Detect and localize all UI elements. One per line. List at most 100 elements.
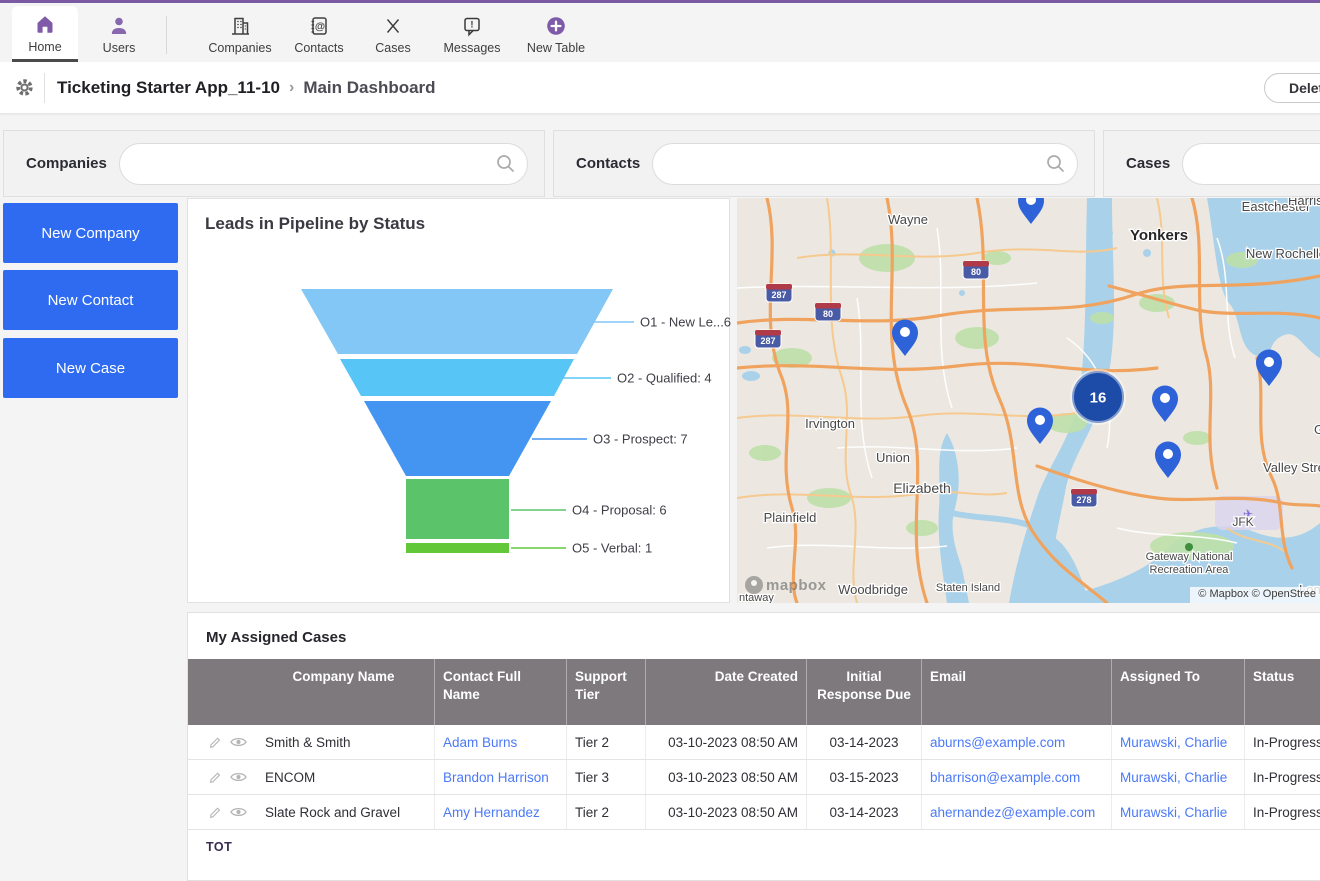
table-row[interactable]: Slate Rock and GravelAmy HernandezTier 2… — [188, 795, 1320, 830]
column-header[interactable]: Assigned To — [1112, 659, 1245, 725]
funnel-segment[interactable] — [406, 543, 509, 553]
funnel-chart-card: Leads in Pipeline by Status O1 - New Le.… — [187, 198, 730, 603]
column-header[interactable]: Date Created — [646, 659, 807, 725]
column-header[interactable] — [188, 659, 253, 725]
tab-messages[interactable]: ! Messages — [435, 6, 509, 62]
funnel-segment[interactable] — [406, 479, 509, 539]
cell-email[interactable]: ahernandez@example.com — [922, 795, 1112, 829]
table-row[interactable]: ENCOMBrandon HarrisonTier 303-10-2023 08… — [188, 760, 1320, 795]
map-city-label: Irvington — [805, 416, 855, 431]
cell-contact[interactable]: Adam Burns — [435, 725, 567, 759]
cell-contact[interactable]: Amy Hernandez — [435, 795, 567, 829]
map-city-label: Gateway National — [1146, 551, 1233, 563]
highway-shield-icon: 80 — [815, 303, 841, 321]
cell-email[interactable]: aburns@example.com — [922, 725, 1112, 759]
highway-shield-icon: 287 — [766, 284, 792, 302]
table-footer-totals: TOT — [188, 830, 1320, 854]
pin-dot — [1264, 357, 1274, 367]
search-icon — [1046, 154, 1065, 178]
highway-shield-number: 287 — [760, 336, 775, 346]
map-city-label: Elizabeth — [893, 480, 951, 496]
funnel-segment[interactable] — [364, 401, 551, 476]
tab-new-table[interactable]: New Table — [517, 6, 595, 62]
view-eye-icon[interactable] — [230, 736, 247, 748]
tab-label: Companies — [208, 41, 271, 55]
chevron-right-icon: › — [289, 79, 294, 97]
map-city-label: Yonkers — [1130, 227, 1188, 244]
breadcrumb-bar: Ticketing Starter App_11-10 › Main Dashb… — [0, 62, 1320, 114]
row-actions[interactable] — [188, 725, 253, 759]
map-city-label: JFK — [1232, 515, 1253, 529]
nav-divider — [166, 16, 167, 54]
message-bubble-icon: ! — [460, 13, 484, 39]
cluster-count: 16 — [1090, 390, 1107, 407]
map-city-label: Plainfield — [764, 510, 817, 525]
funnel-segment[interactable] — [301, 289, 613, 354]
map-city-label: Union — [876, 450, 910, 465]
column-header[interactable]: Support Tier — [567, 659, 646, 725]
tab-label: Contacts — [294, 41, 343, 55]
mapbox-logo[interactable]: mapbox — [745, 576, 827, 594]
tab-users[interactable]: Users — [86, 6, 152, 62]
cell-email[interactable]: bharrison@example.com — [922, 760, 1112, 794]
cell-assigned[interactable]: Murawski, Charlie — [1112, 795, 1245, 829]
map-attribution[interactable]: © Mapbox © OpenStree — [1190, 587, 1320, 603]
delete-button[interactable]: Delete — [1264, 73, 1320, 103]
contacts-search-input[interactable] — [652, 143, 1078, 185]
table-title: My Assigned Cases — [188, 613, 1320, 659]
cell-created: 03-10-2023 08:50 AM — [646, 760, 807, 794]
column-header[interactable]: Status — [1245, 659, 1320, 725]
column-header[interactable]: Email — [922, 659, 1112, 725]
companies-search-input[interactable] — [119, 143, 528, 185]
breadcrumb-app-name[interactable]: Ticketing Starter App_11-10 — [57, 78, 280, 98]
cases-search-input[interactable] — [1182, 143, 1320, 185]
map-city-label: Recreation Area — [1150, 564, 1230, 576]
tab-contacts[interactable]: @ Contacts — [283, 6, 355, 62]
plus-circle-icon — [544, 13, 568, 39]
tab-companies[interactable]: Companies — [201, 6, 279, 62]
edit-pencil-icon[interactable] — [208, 769, 223, 785]
edit-pencil-icon[interactable] — [208, 804, 223, 820]
breadcrumb-divider — [44, 73, 45, 103]
tab-label: New Table — [527, 41, 585, 55]
funnel-label: O2 - Qualified: 4 — [617, 371, 712, 386]
cell-status: In-Progress — [1245, 795, 1320, 829]
cell-assigned[interactable]: Murawski, Charlie — [1112, 760, 1245, 794]
contacts-search-card: Contacts — [553, 130, 1095, 197]
cell-response_due: 03-15-2023 — [807, 760, 922, 794]
map-widget[interactable]: ✈ WayneYonkersEastchesterHarrisonNew Roc… — [737, 198, 1320, 603]
column-header[interactable]: Company Name — [253, 659, 435, 725]
map-city-label: G — [1314, 422, 1320, 437]
column-header[interactable]: Initial Response Due — [807, 659, 922, 725]
view-eye-icon[interactable] — [230, 771, 247, 783]
home-icon — [33, 12, 57, 38]
table-row[interactable]: Smith & SmithAdam BurnsTier 203-10-2023 … — [188, 725, 1320, 760]
new-case-button[interactable]: New Case — [3, 338, 178, 398]
top-nav-bar: Home Users Companies @ Contacts Cases — [0, 0, 1320, 63]
row-actions[interactable] — [188, 760, 253, 794]
cell-tier: Tier 2 — [567, 795, 646, 829]
column-header[interactable]: Contact Full Name — [435, 659, 567, 725]
tab-home[interactable]: Home — [12, 6, 78, 62]
tab-cases[interactable]: Cases — [361, 6, 425, 62]
cell-company: Slate Rock and Gravel — [253, 795, 435, 829]
row-actions[interactable] — [188, 795, 253, 829]
cell-contact[interactable]: Brandon Harrison — [435, 760, 567, 794]
funnel-segment[interactable] — [340, 359, 574, 396]
cell-company: ENCOM — [253, 760, 435, 794]
view-eye-icon[interactable] — [230, 806, 247, 818]
pin-dot — [1163, 449, 1173, 459]
map-city-label: Staten Island — [936, 582, 1000, 594]
edit-pencil-icon[interactable] — [208, 734, 223, 750]
highway-shield-number: 80 — [823, 309, 833, 319]
cell-assigned[interactable]: Murawski, Charlie — [1112, 725, 1245, 759]
funnel-label: O1 - New Le...6 — [640, 315, 731, 330]
gear-icon[interactable] — [10, 77, 38, 98]
table-body: Smith & SmithAdam BurnsTier 203-10-2023 … — [188, 725, 1320, 830]
map-city-label: New Rochelle — [1246, 246, 1320, 261]
cell-response_due: 03-14-2023 — [807, 795, 922, 829]
new-contact-button[interactable]: New Contact — [3, 270, 178, 330]
companies-search-card: Companies — [3, 130, 545, 197]
map-cluster-marker[interactable]: 16 — [1072, 371, 1124, 423]
new-company-button[interactable]: New Company — [3, 203, 178, 263]
